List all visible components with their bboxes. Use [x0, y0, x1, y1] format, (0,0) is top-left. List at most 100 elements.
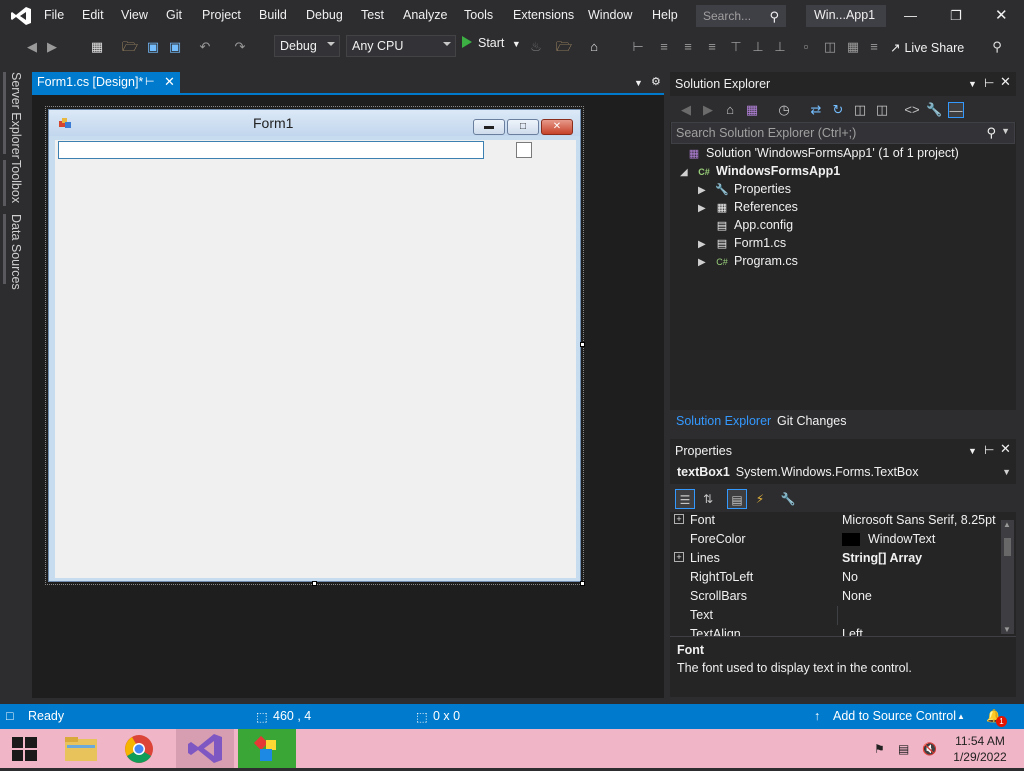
object-selector[interactable]: textBox1 System.Windows.Forms.TextBox ▼ [670, 462, 1016, 484]
pin-icon[interactable]: ⊢ [984, 76, 994, 90]
tree-app-config[interactable]: ▤ App.config [714, 218, 793, 236]
redo-icon[interactable]: ↷ [232, 39, 248, 55]
align-middle-icon[interactable]: ⊥ [750, 39, 766, 55]
alphabetical-icon[interactable]: ⇅ [698, 489, 718, 509]
configuration-dropdown[interactable]: Debug [274, 35, 340, 57]
prop-value[interactable]: String[] Array [842, 551, 922, 565]
scroll-down-icon[interactable]: ▼ [1003, 625, 1011, 634]
open-folder-icon[interactable]: 🗁 [122, 39, 138, 55]
undo-icon[interactable]: ↶ [197, 39, 213, 55]
collapse-all-icon[interactable]: ◫ [852, 102, 868, 118]
scroll-thumb[interactable] [1004, 538, 1011, 556]
menu-git[interactable]: Git [166, 8, 182, 22]
prop-row-scrollbars[interactable]: ScrollBars None [670, 587, 1000, 606]
smart-tag-checkbox[interactable] [516, 142, 532, 158]
minimize-icon[interactable]: — [904, 8, 917, 23]
menu-help[interactable]: Help [652, 8, 678, 22]
back-icon[interactable]: ◀ [24, 39, 40, 55]
maximize-icon[interactable]: ❐ [950, 8, 962, 24]
tab-list-icon[interactable]: ▼ [634, 78, 643, 88]
prop-value[interactable]: Microsoft Sans Serif, 8.25pt [842, 513, 996, 527]
tab-toolbox[interactable]: Toolbox [9, 160, 23, 203]
live-share-button[interactable]: ↗ Live Share [890, 40, 964, 55]
forward-icon[interactable]: ▶ [700, 102, 716, 118]
forward-icon[interactable]: ▶ [44, 39, 60, 55]
volume-muted-icon[interactable]: 🔇 [922, 742, 938, 756]
prop-value[interactable]: No [842, 570, 858, 584]
form-client-area[interactable] [55, 140, 576, 578]
start-button[interactable]: Start ▼ [462, 36, 521, 56]
tree-form1[interactable]: ▶ ▤ Form1.cs [698, 236, 786, 254]
form-minimize-button[interactable]: ▬ [473, 119, 505, 135]
prop-row-forecolor[interactable]: ForeColor WindowText [670, 530, 1000, 549]
menu-test[interactable]: Test [361, 8, 384, 22]
home-icon[interactable]: ⌂ [722, 102, 738, 118]
feedback-icon[interactable]: ⚲ [989, 39, 1005, 55]
form1-window[interactable]: Form1 ▬ □ ✕ [48, 109, 581, 582]
prop-value[interactable]: WindowText [868, 532, 935, 546]
center-icon[interactable]: ◫ [822, 39, 838, 55]
events-icon[interactable]: ⚡ [750, 489, 770, 509]
make-same-size-icon[interactable]: ▫ [798, 39, 814, 55]
tree-project[interactable]: ◢ C# WindowsFormsApp1 [680, 164, 840, 182]
tab-git-changes[interactable]: Git Changes [777, 414, 846, 428]
pin-icon[interactable]: ⊢ [145, 75, 155, 88]
tab-solution-explorer[interactable]: Solution Explorer [676, 414, 771, 428]
tree-solution[interactable]: ▦ Solution 'WindowsFormsApp1' (1 of 1 pro… [686, 146, 959, 164]
properties-view-icon[interactable]: ▤ [727, 489, 747, 509]
prop-row-lines[interactable]: + Lines String[] Array [670, 549, 1000, 568]
panel-options-icon[interactable]: ▼ [968, 446, 977, 456]
close-icon[interactable]: ✕ [1000, 441, 1011, 457]
output-window-icon[interactable]: □ [6, 709, 14, 723]
align-center-icon[interactable]: ≡ [656, 39, 672, 55]
taskbar-visual-studio[interactable] [176, 729, 234, 768]
save-icon[interactable]: ▣ [145, 39, 161, 55]
solution-search-input[interactable]: Search Solution Explorer (Ctrl+;) ⚲ ▼ [671, 122, 1015, 144]
menu-project[interactable]: Project [202, 8, 241, 22]
menu-edit[interactable]: Edit [82, 8, 104, 22]
add-to-source-control[interactable]: Add to Source Control [833, 709, 956, 723]
grid-icon[interactable]: ▦ [845, 39, 861, 55]
solution-home-icon[interactable]: ⌂ [586, 39, 602, 55]
expand-icon[interactable]: + [674, 514, 684, 524]
close-icon[interactable]: ✕ [995, 6, 1008, 24]
network-icon[interactable]: ▤ [898, 742, 914, 756]
sync-icon[interactable]: ⇄ [808, 102, 824, 118]
resize-handle-right[interactable] [580, 342, 585, 347]
hot-reload-icon[interactable]: ♨ [528, 39, 544, 55]
property-pages-icon[interactable]: 🔧 [778, 489, 798, 509]
resize-handle-corner[interactable] [580, 581, 585, 586]
tree-references[interactable]: ▶ ▦ References [698, 200, 798, 218]
menu-window[interactable]: Window [588, 8, 632, 22]
taskbar-app[interactable] [238, 729, 296, 768]
menu-analyze[interactable]: Analyze [403, 8, 447, 22]
show-all-files-icon[interactable]: ◫ [874, 102, 890, 118]
global-search-box[interactable]: Search... ⚲ [696, 5, 786, 27]
taskbar-chrome[interactable] [110, 729, 168, 768]
prop-row-font[interactable]: + Font Microsoft Sans Serif, 8.25pt [670, 511, 1000, 530]
switch-views-icon[interactable]: ▦ [744, 102, 760, 118]
menu-build[interactable]: Build [259, 8, 287, 22]
panel-options-icon[interactable]: ▼ [968, 79, 977, 89]
pin-icon[interactable]: ⊢ [984, 443, 994, 457]
close-tab-icon[interactable]: ✕ [164, 74, 175, 90]
prop-value[interactable]: None [842, 589, 872, 603]
same-height-icon[interactable]: ⊥ [772, 39, 788, 55]
menu-view[interactable]: View [121, 8, 148, 22]
new-project-icon[interactable]: ▦ [89, 39, 105, 55]
scroll-up-icon[interactable]: ▲ [1003, 520, 1011, 529]
close-icon[interactable]: ✕ [1000, 74, 1011, 90]
taskbar-file-explorer[interactable] [52, 729, 110, 768]
tab-server-explorer[interactable]: Server Explorer [9, 72, 23, 159]
tab-data-sources[interactable]: Data Sources [9, 214, 23, 290]
refresh-icon[interactable]: ↻ [830, 102, 846, 118]
view-code-icon[interactable]: <> [904, 102, 920, 118]
align-top-icon[interactable]: ⊤ [728, 39, 744, 55]
back-icon[interactable]: ◀ [678, 102, 694, 118]
menu-tools[interactable]: Tools [464, 8, 493, 22]
align-left-icon[interactable]: ⊢ [630, 39, 646, 55]
tree-properties[interactable]: ▶ 🔧 Properties [698, 182, 791, 200]
categorized-icon[interactable]: ☰ [675, 489, 695, 509]
browse-icon[interactable]: 🗁 [556, 39, 572, 55]
tab-form1-design[interactable]: Form1.cs [Design]* ⊢ ✕ [32, 72, 180, 93]
